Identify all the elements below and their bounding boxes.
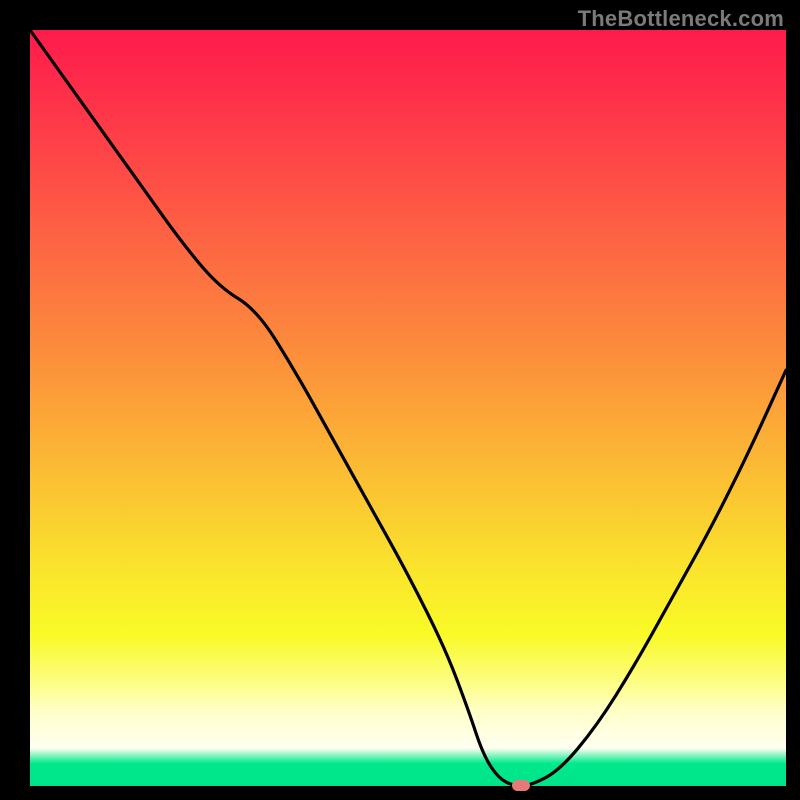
chart-canvas: TheBottleneck.com <box>0 0 800 800</box>
minimum-marker <box>512 780 530 791</box>
plot-area <box>30 30 786 786</box>
curve-path <box>30 30 786 786</box>
watermark-text: TheBottleneck.com <box>578 6 784 32</box>
bottleneck-curve <box>30 30 786 786</box>
